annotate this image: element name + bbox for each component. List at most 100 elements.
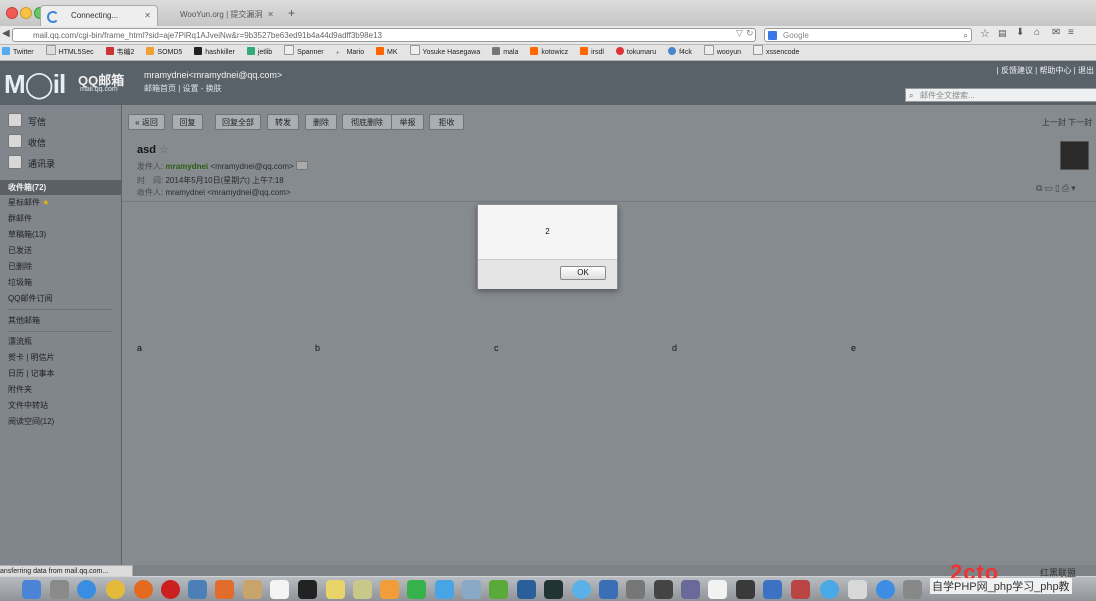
address-bar[interactable]: mail.qq.com/cgi-bin/frame_html?sid=aje7P… <box>12 28 756 42</box>
bookmark-somd5[interactable]: SOMD5 <box>146 45 182 60</box>
user-account[interactable]: mramydnei<mramydnei@qq.com> <box>144 70 282 80</box>
avatar[interactable] <box>1060 141 1089 170</box>
delete-permanently-button[interactable]: 彻底删除 <box>342 114 392 130</box>
menu-icon[interactable]: ≡ <box>1068 27 1074 38</box>
app-icon[interactable] <box>462 580 481 599</box>
sidebar-item-inbox[interactable]: 收件箱(72) <box>0 180 121 195</box>
app-icon[interactable] <box>572 580 591 599</box>
bookmark-wooyun[interactable]: wooyun <box>703 45 741 60</box>
sidebar-item-other-mail[interactable]: 其他邮箱 <box>8 315 40 326</box>
bookmark-html5sec[interactable]: HTML5Sec <box>45 45 94 60</box>
sidebar-item-spam[interactable]: 垃圾箱 <box>8 277 32 288</box>
new-tab-button[interactable]: + <box>288 6 295 20</box>
app-store-icon[interactable] <box>876 580 895 599</box>
search-icon[interactable]: ⌕ <box>964 29 968 43</box>
report-button[interactable]: 举报 <box>391 114 424 130</box>
app-icon[interactable] <box>848 580 867 599</box>
tab-connecting[interactable]: Connecting... ✕ <box>40 5 158 26</box>
twitter-icon[interactable] <box>435 580 454 599</box>
sidebar-item-calendar[interactable]: 日历 | 记事本 <box>8 368 55 379</box>
app-icon[interactable] <box>791 580 810 599</box>
dropdown-arrow-icon[interactable]: ▽ <box>736 28 743 39</box>
firefox-icon[interactable] <box>134 580 153 599</box>
ok-button[interactable]: OK <box>560 266 606 280</box>
activity-monitor-icon[interactable] <box>544 580 563 599</box>
receive-button[interactable]: 收信 <box>8 134 46 149</box>
tab-wooyun[interactable]: WooYun.org | 提交漏洞 ✕ <box>166 5 280 26</box>
bookmark-hasegawa[interactable]: Yosuke Hasegawa <box>409 45 480 60</box>
sidebar-item-attachments[interactable]: 附件夹 <box>8 384 32 395</box>
finder-icon[interactable] <box>22 580 41 599</box>
star-bookmark-icon[interactable]: ☆ <box>980 27 990 40</box>
camera-icon[interactable] <box>654 580 673 599</box>
sidebar-item-bottle[interactable]: 漂流瓶 ♁ <box>8 336 40 347</box>
compose-button[interactable]: 写信 <box>8 113 46 128</box>
line-icon[interactable] <box>407 580 426 599</box>
app-icon[interactable] <box>243 580 262 599</box>
sidebar-item-starred[interactable]: 星标邮件 ★ <box>8 197 49 208</box>
minimize-window-icon[interactable] <box>20 7 32 19</box>
itunes-icon[interactable] <box>820 580 839 599</box>
wechat-icon[interactable] <box>489 580 508 599</box>
mail-search-input[interactable]: ⌕ 邮件全文搜索... <box>905 88 1096 102</box>
close-tab-icon[interactable]: ✕ <box>144 6 151 26</box>
bookmark-xssencode[interactable]: xssencode <box>752 45 799 60</box>
download-icon[interactable]: ⬇ <box>1016 27 1024 38</box>
bookmark-hashkiller[interactable]: hashkiller <box>194 45 235 60</box>
bookmark-jetlib[interactable]: jetlib <box>246 45 272 60</box>
calendar-icon[interactable] <box>270 580 289 599</box>
reload-icon[interactable]: ↻ <box>746 28 754 39</box>
forward-button[interactable]: 转发 <box>267 114 299 130</box>
sidebar-item-group[interactable]: 群邮件 <box>8 213 32 224</box>
bookmarks-list-icon[interactable]: ▤ <box>998 28 1007 39</box>
chrome-icon[interactable] <box>106 580 125 599</box>
app-icon[interactable] <box>353 580 372 599</box>
back-arrow-icon[interactable]: ◀ <box>2 28 10 39</box>
bookmark-spanner[interactable]: Spanner <box>284 45 324 60</box>
delete-button[interactable]: 删除 <box>305 114 337 130</box>
app-icon[interactable] <box>188 580 207 599</box>
app-icon[interactable] <box>599 580 618 599</box>
sidebar-item-subscriptions[interactable]: QQ邮件订阅 <box>8 293 52 304</box>
bookmark-mk[interactable]: MK <box>376 45 398 60</box>
system-preferences-icon[interactable] <box>903 580 922 599</box>
prev-next-links[interactable]: 上一封 下一封 <box>1042 117 1092 128</box>
contacts-button[interactable]: 通讯录 <box>8 155 55 170</box>
bookmark-mala[interactable]: mala <box>492 45 518 60</box>
sidebar-item-deleted[interactable]: 已删除 <box>8 261 32 272</box>
app-icon[interactable] <box>736 580 755 599</box>
app-icon[interactable] <box>708 580 727 599</box>
app-icon[interactable] <box>681 580 700 599</box>
bookmark-kotowicz[interactable]: kotowicz <box>530 45 568 60</box>
star-outline-icon[interactable]: ☆ <box>159 144 169 156</box>
sidebar-item-file-transfer[interactable]: 文件中转站 <box>8 400 48 411</box>
back-button[interactable]: « 返回 <box>128 114 165 130</box>
sender-name[interactable]: mramydnei <box>165 162 208 171</box>
xiami-icon[interactable] <box>215 580 234 599</box>
bookmark-mario[interactable]: + Mario <box>336 45 365 60</box>
sidebar-item-reading[interactable]: 阅读空间(12) <box>8 416 54 427</box>
home-icon[interactable]: ⌂ <box>1034 27 1040 38</box>
close-window-icon[interactable] <box>6 7 18 19</box>
sidebar-item-sent[interactable]: 已发送 <box>8 245 32 256</box>
launchpad-icon[interactable] <box>50 580 69 599</box>
bookmark-irsdl[interactable]: irsdl <box>580 45 604 60</box>
terminal-icon[interactable] <box>298 580 317 599</box>
reply-button[interactable]: 回复 <box>172 114 203 130</box>
app-icon[interactable] <box>626 580 645 599</box>
qqmail-logo[interactable]: M◯il <box>4 69 66 100</box>
reject-button[interactable]: 拒收 <box>429 114 464 130</box>
sidebar-item-cards[interactable]: 贺卡 | 明信片 <box>8 352 55 363</box>
notes-icon[interactable] <box>326 580 345 599</box>
app-icon[interactable] <box>380 580 399 599</box>
top-right-links[interactable]: | 反馈建议 | 帮助中心 | 退出 <box>997 65 1094 76</box>
contact-card-icon[interactable] <box>295 161 308 170</box>
safari-icon[interactable] <box>77 580 96 599</box>
app-icon[interactable] <box>763 580 782 599</box>
bookmark-weibian[interactable]: 韦编2 <box>105 45 134 60</box>
opera-icon[interactable] <box>161 580 180 599</box>
web-search-input[interactable]: Google ⌕ <box>764 28 972 42</box>
bookmark-f4ck[interactable]: f4ck <box>668 45 692 60</box>
bookmark-twitter[interactable]: Twitter <box>2 45 34 60</box>
bookmark-tokumaru[interactable]: tokumaru <box>615 45 656 60</box>
